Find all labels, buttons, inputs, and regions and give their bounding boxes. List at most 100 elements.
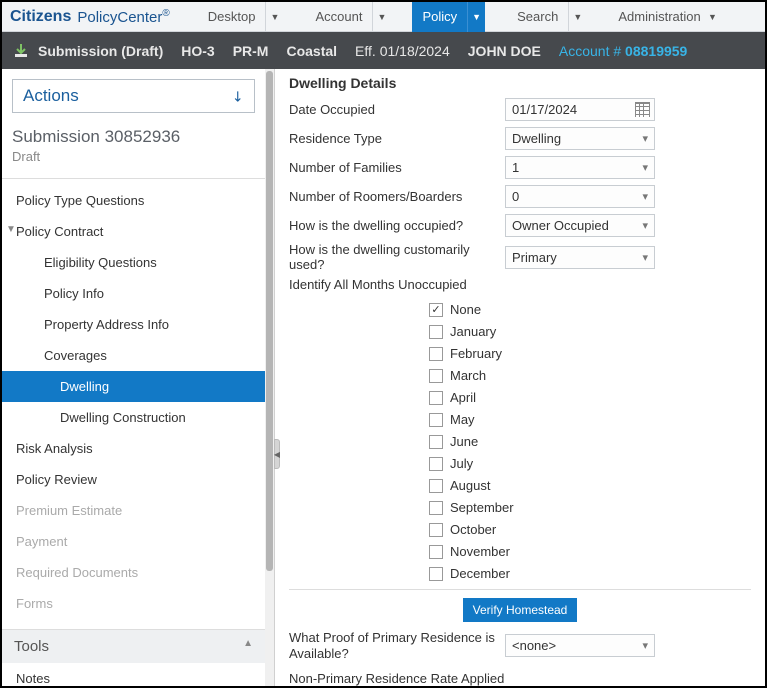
chevron-up-icon: ▲ bbox=[243, 638, 253, 655]
context-name: JOHN DOE bbox=[468, 43, 541, 59]
nav-premium-estimate[interactable]: Premium Estimate bbox=[12, 495, 255, 526]
select-residence-type[interactable]: Dwelling bbox=[505, 127, 655, 150]
row-proof: What Proof of Primary Residence is Avail… bbox=[289, 630, 751, 661]
content-area: Dwelling Details Date Occupied 01/17/202… bbox=[275, 69, 765, 686]
nav-policy-review[interactable]: Policy Review bbox=[12, 464, 255, 495]
nav-property-address[interactable]: Property Address Info bbox=[12, 309, 255, 340]
cb-november[interactable]: November bbox=[429, 544, 751, 559]
collapse-handle[interactable]: ◀ bbox=[274, 439, 280, 469]
nav-policy-contract[interactable]: ▼Policy Contract bbox=[12, 216, 255, 247]
row-nonprimary: Non-Primary Residence Rate Applied bbox=[289, 666, 751, 686]
label-residence-type: Residence Type bbox=[289, 131, 505, 146]
context-product: HO-3 bbox=[181, 43, 214, 59]
arrow-icon: ↗ bbox=[228, 86, 248, 106]
nav-search-drop[interactable]: ▼ bbox=[568, 2, 586, 32]
tools-header[interactable]: Tools▲ bbox=[2, 629, 265, 663]
nav-required-documents[interactable]: Required Documents bbox=[12, 557, 255, 588]
nav-admin[interactable]: Administration ▼ bbox=[608, 2, 727, 32]
select-num-roomers[interactable]: 0 bbox=[505, 185, 655, 208]
scrollbar-thumb[interactable] bbox=[266, 71, 273, 571]
nav-dwelling-construction[interactable]: Dwelling Construction bbox=[12, 402, 255, 433]
checkbox-icon bbox=[429, 457, 443, 471]
checkbox-icon bbox=[429, 479, 443, 493]
cb-february[interactable]: February bbox=[429, 346, 751, 361]
label-proof: What Proof of Primary Residence is Avail… bbox=[289, 630, 505, 661]
label-occupied: How is the dwelling occupied? bbox=[289, 218, 505, 233]
brand-name: Citizens bbox=[10, 8, 71, 26]
cb-december[interactable]: December bbox=[429, 566, 751, 581]
sidebar-scrollbar[interactable] bbox=[265, 69, 274, 686]
checkbox-icon bbox=[429, 347, 443, 361]
nav-policy[interactable]: Policy bbox=[412, 2, 467, 32]
cb-january[interactable]: January bbox=[429, 324, 751, 339]
sidebar: Actions↗ Submission 30852936 Draft Polic… bbox=[2, 69, 265, 686]
nav-dwelling[interactable]: Dwelling bbox=[2, 371, 265, 402]
checkbox-icon bbox=[429, 567, 443, 581]
cb-may[interactable]: May bbox=[429, 412, 751, 427]
row-date-occupied: Date Occupied 01/17/2024 bbox=[289, 97, 751, 121]
label-num-families: Number of Families bbox=[289, 160, 505, 175]
account-link[interactable]: 08819959 bbox=[625, 43, 687, 59]
select-num-families[interactable]: 1 bbox=[505, 156, 655, 179]
top-nav: Citizens PolicyCenter® Desktop ▼ Account… bbox=[2, 2, 765, 32]
row-num-families: Number of Families 1 bbox=[289, 155, 751, 179]
cb-june[interactable]: June bbox=[429, 434, 751, 449]
cb-none[interactable]: None bbox=[429, 302, 751, 317]
row-num-roomers: Number of Roomers/Boarders 0 bbox=[289, 184, 751, 208]
nav-payment[interactable]: Payment bbox=[12, 526, 255, 557]
cb-september[interactable]: September bbox=[429, 500, 751, 515]
nav-account[interactable]: Account bbox=[305, 2, 372, 32]
download-icon bbox=[12, 42, 30, 60]
submission-state: Draft bbox=[12, 149, 255, 164]
row-residence-type: Residence Type Dwelling bbox=[289, 126, 751, 150]
context-account: Account # 08819959 bbox=[559, 43, 687, 59]
divider bbox=[2, 178, 265, 179]
select-proof[interactable]: <none> bbox=[505, 634, 655, 657]
actions-menu[interactable]: Actions↗ bbox=[12, 79, 255, 113]
nav-forms[interactable]: Forms bbox=[12, 588, 255, 619]
input-date-occupied[interactable]: 01/17/2024 bbox=[505, 98, 655, 121]
row-occupied: How is the dwelling occupied? Owner Occu… bbox=[289, 213, 751, 237]
label-num-roomers: Number of Roomers/Boarders bbox=[289, 189, 505, 204]
sidebar-wrap: Actions↗ Submission 30852936 Draft Polic… bbox=[2, 69, 275, 686]
nav-policy-type-questions[interactable]: Policy Type Questions bbox=[12, 185, 255, 216]
nav-eligibility[interactable]: Eligibility Questions bbox=[12, 247, 255, 278]
checkbox-icon bbox=[429, 325, 443, 339]
label-nonprimary: Non-Primary Residence Rate Applied bbox=[289, 671, 505, 686]
label-months-unoccupied: Identify All Months Unoccupied bbox=[289, 277, 751, 292]
section-title: Dwelling Details bbox=[289, 75, 751, 91]
cb-march[interactable]: March bbox=[429, 368, 751, 383]
verify-homestead-button[interactable]: Verify Homestead bbox=[463, 598, 578, 622]
cb-august[interactable]: August bbox=[429, 478, 751, 493]
main: Actions↗ Submission 30852936 Draft Polic… bbox=[2, 69, 765, 686]
checkbox-icon bbox=[429, 391, 443, 405]
nav-desktop[interactable]: Desktop bbox=[198, 2, 266, 32]
nav-desktop-drop[interactable]: ▼ bbox=[265, 2, 283, 32]
submission-id: Submission 30852936 bbox=[12, 127, 255, 147]
nav-risk-analysis[interactable]: Risk Analysis bbox=[12, 433, 255, 464]
cb-april[interactable]: April bbox=[429, 390, 751, 405]
context-effective: Eff. 01/18/2024 bbox=[355, 43, 450, 59]
divider bbox=[289, 589, 751, 590]
cb-october[interactable]: October bbox=[429, 522, 751, 537]
expand-icon: ▼ bbox=[6, 224, 16, 235]
months-checklist: None January February March April May Ju… bbox=[429, 302, 751, 581]
checkbox-icon bbox=[429, 303, 443, 317]
nav-policy-info[interactable]: Policy Info bbox=[12, 278, 255, 309]
select-used[interactable]: Primary bbox=[505, 246, 655, 269]
checkbox-icon bbox=[429, 435, 443, 449]
nav-notes[interactable]: Notes bbox=[12, 663, 255, 686]
label-date-occupied: Date Occupied bbox=[289, 102, 505, 117]
label-used: How is the dwelling customarily used? bbox=[289, 242, 505, 272]
cb-july[interactable]: July bbox=[429, 456, 751, 471]
select-occupied[interactable]: Owner Occupied bbox=[505, 214, 655, 237]
nav-coverages[interactable]: Coverages bbox=[12, 340, 255, 371]
checkbox-icon bbox=[429, 501, 443, 515]
nav-account-drop[interactable]: ▼ bbox=[372, 2, 390, 32]
nav-search[interactable]: Search bbox=[507, 2, 568, 32]
checkbox-icon bbox=[429, 545, 443, 559]
nav-policy-drop[interactable]: ▼ bbox=[467, 2, 485, 32]
row-used: How is the dwelling customarily used? Pr… bbox=[289, 242, 751, 272]
context-submission: Submission (Draft) bbox=[38, 43, 163, 59]
context-bar: Submission (Draft) HO-3 PR-M Coastal Eff… bbox=[2, 32, 765, 69]
